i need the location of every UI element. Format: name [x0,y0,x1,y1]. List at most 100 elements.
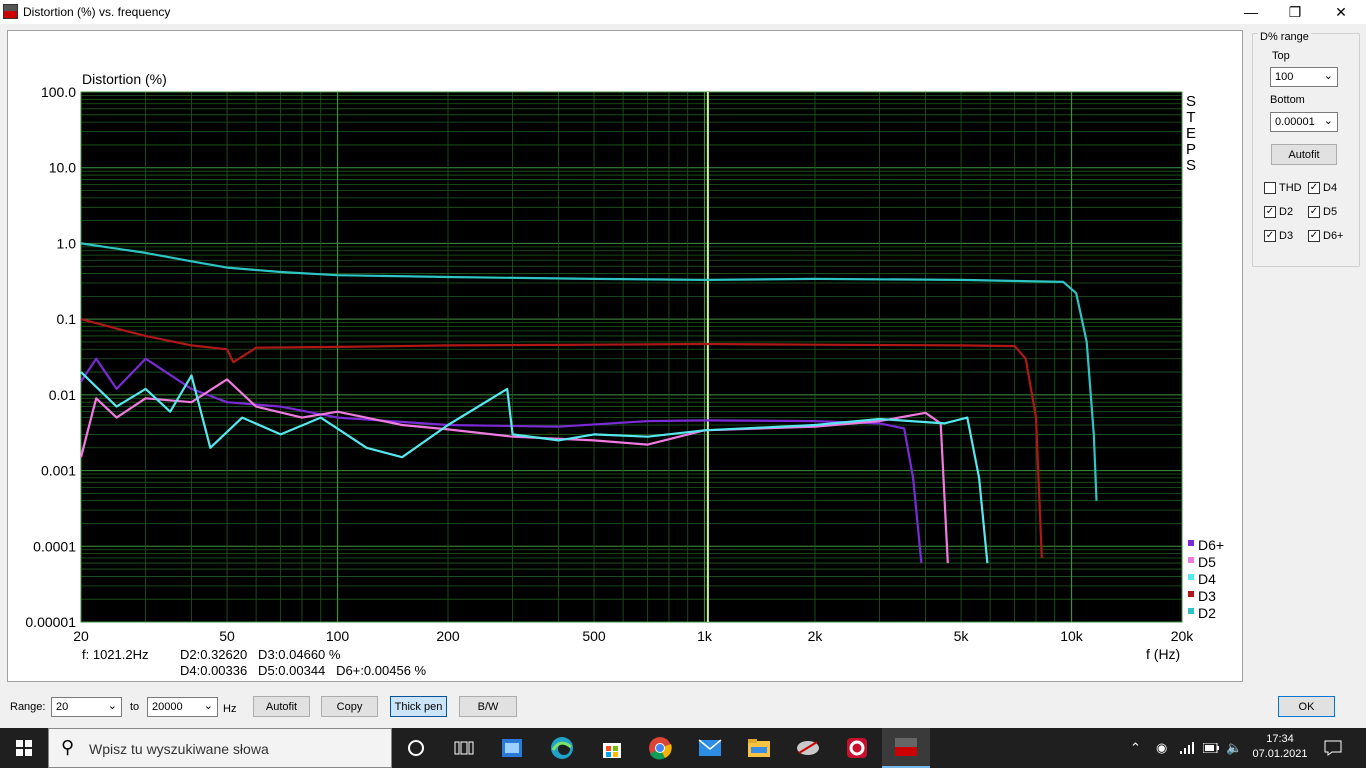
checkbox-d2[interactable]: ✓ D2 [1264,206,1293,218]
clock-date: 07.01.2021 [1252,748,1308,760]
checkbox-label: D2 [1279,206,1294,218]
y-tick-label: 0.1 [57,311,77,327]
task-view-icon[interactable] [440,728,488,768]
start-button[interactable] [0,728,48,768]
x-tick-label: 20 [73,628,89,644]
panel-autofit-button[interactable]: Autofit [1271,144,1337,165]
legend-label: D4 [1198,571,1216,587]
cursor-frequency-readout: f: 1021.2Hz [82,647,149,662]
network-icon[interactable] [1180,728,1194,768]
x-tick-label: 20k [1171,628,1195,644]
range-from-value: 20 [56,701,69,713]
y-tick-label: 0.001 [41,463,76,479]
store-icon[interactable] [588,728,636,768]
legend-swatch [1188,591,1194,597]
cursor-values-line-2: D4:0.00336 D5:0.00344 D6+:0.00456 % [180,663,427,678]
checkbox-d6plus[interactable]: ✓ D6+ [1308,230,1344,242]
thick-pen-button[interactable]: Thick pen [390,696,447,717]
x-tick-label: 500 [582,628,606,644]
checkmark-icon: ✓ [1264,206,1276,218]
clock[interactable]: 17:34 07.01.2021 [1252,732,1308,762]
checkmark-icon: ✓ [1264,230,1276,242]
y-tick-label: 100.0 [41,84,76,100]
bottom-select[interactable]: 0.00001 ⌄ [1270,112,1338,132]
checkbox-thd[interactable]: THD [1264,182,1302,194]
search-placeholder: Wpisz tu wyszukiwane słowa [89,741,269,757]
legend-label: D3 [1198,588,1216,604]
search-icon: ⚲ [61,737,75,757]
y-tick-label: 0.0001 [33,538,76,554]
ccleaner-icon[interactable] [833,728,881,768]
mail-icon[interactable] [686,728,734,768]
chevron-down-icon: ⌄ [107,700,117,712]
webcam-icon[interactable]: ◉ [1156,728,1167,768]
clock-time: 17:34 [1266,733,1294,745]
legend-label: D2 [1198,605,1216,621]
legend-swatch [1188,608,1194,614]
d-range-title: D% range [1258,31,1311,43]
file-explorer-icon[interactable] [735,728,783,768]
legend-label: D5 [1198,554,1216,570]
show-hidden-icons[interactable]: ⌃ [1130,728,1141,768]
checkbox-d3[interactable]: ✓ D3 [1264,230,1293,242]
checkbox-box [1264,182,1276,194]
x-tick-label: 50 [219,628,235,644]
y-tick-label: 10.0 [49,160,76,176]
y-tick-label: 1.0 [57,235,77,251]
x-tick-label: 5k [954,628,970,644]
weather-app-icon[interactable] [488,728,536,768]
distortion-chart[interactable]: Distortion (%) f (Hz) f: 1021.2Hz D2:0.3… [0,0,1366,728]
checkbox-label: D3 [1279,230,1294,242]
satellite-app-icon[interactable] [784,728,832,768]
to-label: to [130,701,140,713]
y-tick-label: 0.00001 [25,614,76,630]
checkmark-icon: ✓ [1308,206,1320,218]
checkmark-icon: ✓ [1308,230,1320,242]
x-tick-label: 100 [326,628,350,644]
battery-icon[interactable] [1203,728,1219,768]
y-axis-label: Distortion (%) [82,71,167,87]
bw-button[interactable]: B/W [459,696,517,717]
volume-icon[interactable]: 🔈 [1226,728,1242,768]
checkbox-d4[interactable]: ✓ D4 [1308,182,1337,194]
legend-swatch [1188,557,1194,563]
bottom-label: Bottom [1270,94,1305,106]
range-to-value: 20000 [152,701,183,713]
steps-letter: S [1186,93,1196,110]
legend-swatch [1188,540,1194,546]
top-select-value: 100 [1275,71,1294,83]
top-select[interactable]: 100 ⌄ [1270,67,1338,87]
steps-letter: T [1186,109,1195,126]
ok-button[interactable]: OK [1278,696,1335,717]
cortana-icon[interactable] [392,728,440,768]
steps-app-taskbar-icon[interactable] [882,728,930,768]
x-tick-label: 2k [808,628,824,644]
edge-browser-icon[interactable] [538,728,586,768]
checkbox-label: THD [1279,182,1302,194]
range-to-select[interactable]: 20000 ⌄ [147,697,218,717]
chevron-down-icon: ⌄ [1323,115,1333,127]
range-from-select[interactable]: 20 ⌄ [51,697,122,717]
autofit-button[interactable]: Autofit [253,696,310,717]
x-tick-label: 200 [436,628,460,644]
steps-side-label: STEPS [1186,93,1196,174]
taskbar-search[interactable]: ⚲ Wpisz tu wyszukiwane słowa [48,728,392,768]
steps-letter: S [1186,157,1196,174]
chevron-down-icon: ⌄ [203,700,213,712]
y-tick-label: 0.01 [49,387,76,403]
x-axis-label: f (Hz) [1146,646,1180,662]
cursor-values-line-1: D2:0.32620 D3:0.04660 % [180,647,341,662]
taskbar: ⚲ Wpisz tu wyszukiwane słowa ⌃ ◉ 🔈 17:34… [0,728,1366,768]
chrome-icon[interactable] [636,728,684,768]
steps-letter: P [1186,141,1196,158]
checkbox-label: D4 [1323,182,1338,194]
range-label: Range: [10,701,46,713]
legend-swatch [1188,574,1194,580]
x-tick-label: 10k [1060,628,1084,644]
checkbox-d5[interactable]: ✓ D5 [1308,206,1337,218]
notifications-icon[interactable] [1324,728,1342,768]
checkbox-label: D5 [1323,206,1338,218]
steps-letter: E [1186,125,1196,142]
copy-button[interactable]: Copy [321,696,378,717]
chevron-down-icon: ⌄ [1323,70,1333,82]
